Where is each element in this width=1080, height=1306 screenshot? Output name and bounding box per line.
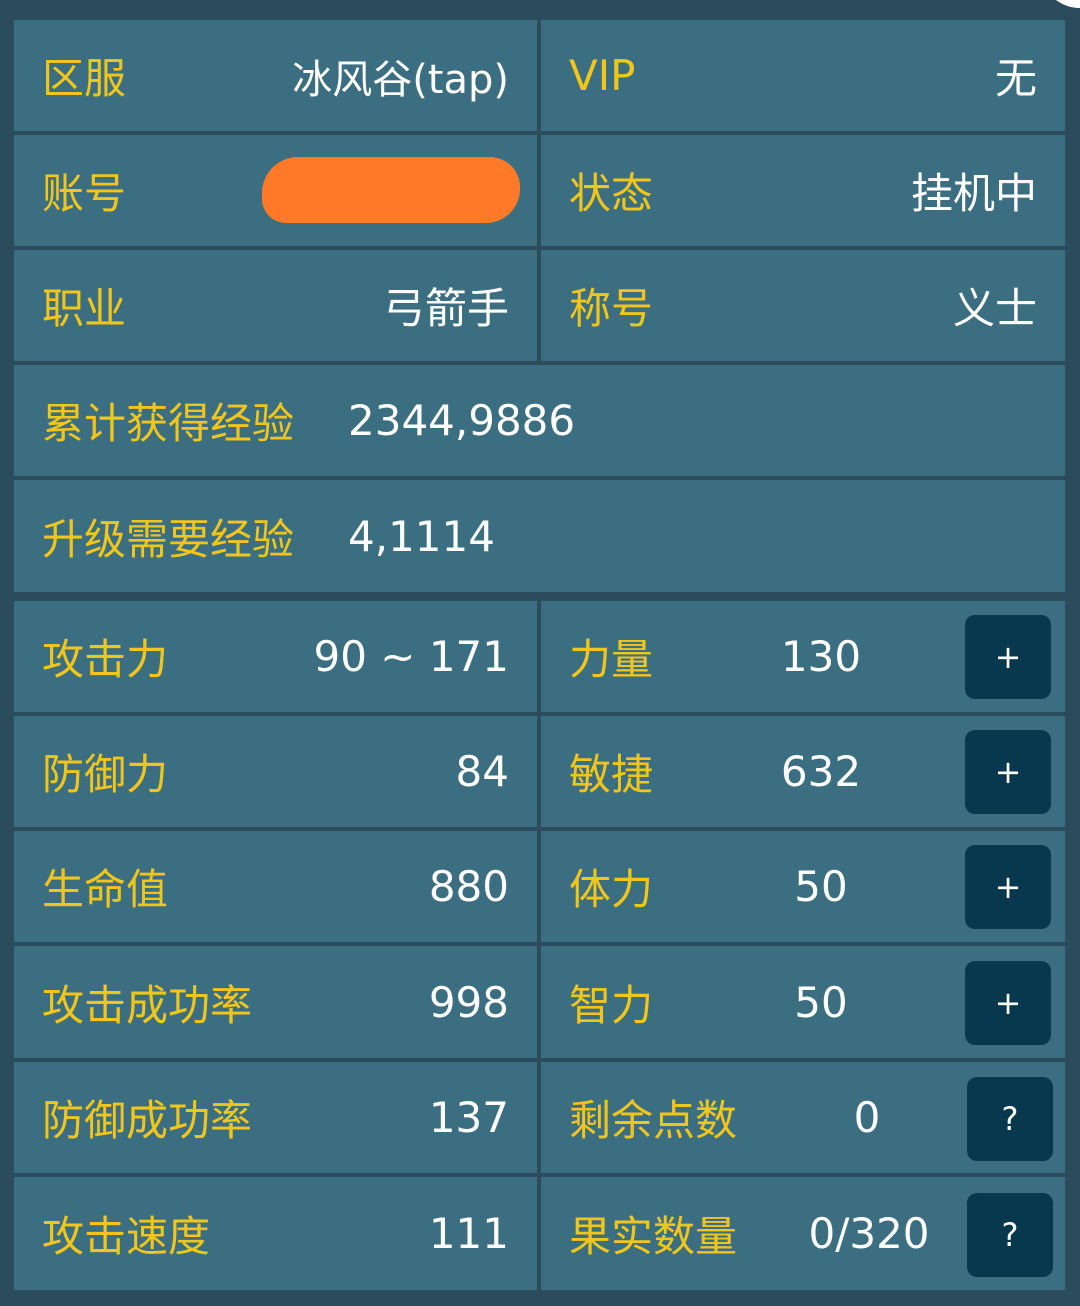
- intelligence-cell: 智力 50 +: [541, 946, 1065, 1058]
- agility-label: 敏捷: [569, 750, 654, 799]
- agility-cell: 敏捷 632 +: [541, 716, 1065, 827]
- block-rate-value: 137: [428, 1093, 509, 1142]
- class-label: 职业: [42, 284, 127, 333]
- vip-value: 无: [994, 54, 1037, 103]
- total-exp-value: 2344,9886: [348, 396, 576, 445]
- agility-value: 632: [780, 747, 862, 796]
- window-corner: [1040, 0, 1080, 8]
- title-label: 称号: [569, 284, 654, 333]
- status-value: 挂机中: [910, 169, 1037, 218]
- fruit-count-label: 果实数量: [569, 1212, 738, 1261]
- class-cell: 职业 弓箭手: [14, 250, 537, 361]
- fruit-count-cell: 果实数量 0/320 ?: [541, 1177, 1065, 1290]
- stamina-cell: 体力 50 +: [541, 831, 1065, 942]
- hp-label: 生命值: [42, 865, 169, 914]
- remaining-points-value: 0: [853, 1093, 881, 1142]
- intelligence-label: 智力: [569, 980, 654, 1030]
- status-label: 状态: [569, 169, 654, 218]
- defense-value: 84: [455, 747, 509, 796]
- block-rate-label: 防御成功率: [42, 1096, 253, 1145]
- status-cell: 状态 挂机中: [541, 135, 1065, 246]
- account-redaction: [262, 157, 520, 223]
- attack-speed-cell: 攻击速度 111: [14, 1177, 537, 1290]
- server-value: 冰风谷(tap): [292, 56, 509, 103]
- hp-cell: 生命值 880: [14, 831, 537, 942]
- attack-speed-label: 攻击速度: [42, 1212, 211, 1261]
- account-label: 账号: [42, 169, 127, 218]
- level-exp-label: 升级需要经验: [42, 514, 295, 564]
- total-exp-label: 累计获得经验: [42, 399, 295, 448]
- fruit-count-help-button[interactable]: ?: [967, 1193, 1053, 1277]
- defense-cell: 防御力 84: [14, 716, 537, 827]
- strength-plus-button[interactable]: +: [965, 615, 1051, 699]
- server-label: 区服: [42, 54, 127, 103]
- title-cell: 称号 义士: [541, 250, 1065, 361]
- intelligence-plus-button[interactable]: +: [965, 961, 1051, 1045]
- total-exp-cell: 累计获得经验 2344,9886: [14, 365, 1065, 476]
- vip-cell: VIP 无: [541, 20, 1065, 131]
- defense-label: 防御力: [42, 750, 169, 799]
- hit-rate-value: 998: [428, 977, 509, 1027]
- remaining-points-help-button[interactable]: ?: [967, 1077, 1053, 1161]
- hit-rate-label: 攻击成功率: [42, 980, 253, 1030]
- attack-speed-value: 111: [428, 1209, 509, 1258]
- remaining-points-cell: 剩余点数 0 ?: [541, 1062, 1065, 1173]
- class-value: 弓箭手: [382, 284, 509, 333]
- attack-label: 攻击力: [42, 635, 169, 684]
- title-value: 义士: [952, 284, 1037, 333]
- attack-cell: 攻击力 90 ~ 171: [14, 601, 537, 712]
- vip-label: VIP: [569, 51, 636, 100]
- intelligence-value: 50: [794, 977, 848, 1027]
- agility-plus-button[interactable]: +: [965, 730, 1051, 814]
- remaining-points-label: 剩余点数: [569, 1096, 738, 1145]
- hp-value: 880: [428, 862, 509, 911]
- strength-cell: 力量 130 +: [541, 601, 1065, 712]
- level-exp-value: 4,1114: [348, 511, 495, 561]
- block-rate-cell: 防御成功率 137: [14, 1062, 537, 1173]
- attack-value: 90 ~ 171: [313, 632, 509, 681]
- account-cell: 账号: [14, 135, 537, 246]
- stamina-plus-button[interactable]: +: [965, 845, 1051, 929]
- stamina-label: 体力: [569, 865, 654, 914]
- server-cell: 区服 冰风谷(tap): [14, 20, 537, 131]
- strength-value: 130: [780, 632, 862, 681]
- fruit-count-value: 0/320: [808, 1209, 930, 1258]
- stamina-value: 50: [794, 862, 848, 911]
- level-exp-cell: 升级需要经验 4,1114: [14, 480, 1065, 592]
- hit-rate-cell: 攻击成功率 998: [14, 946, 537, 1058]
- strength-label: 力量: [569, 635, 654, 684]
